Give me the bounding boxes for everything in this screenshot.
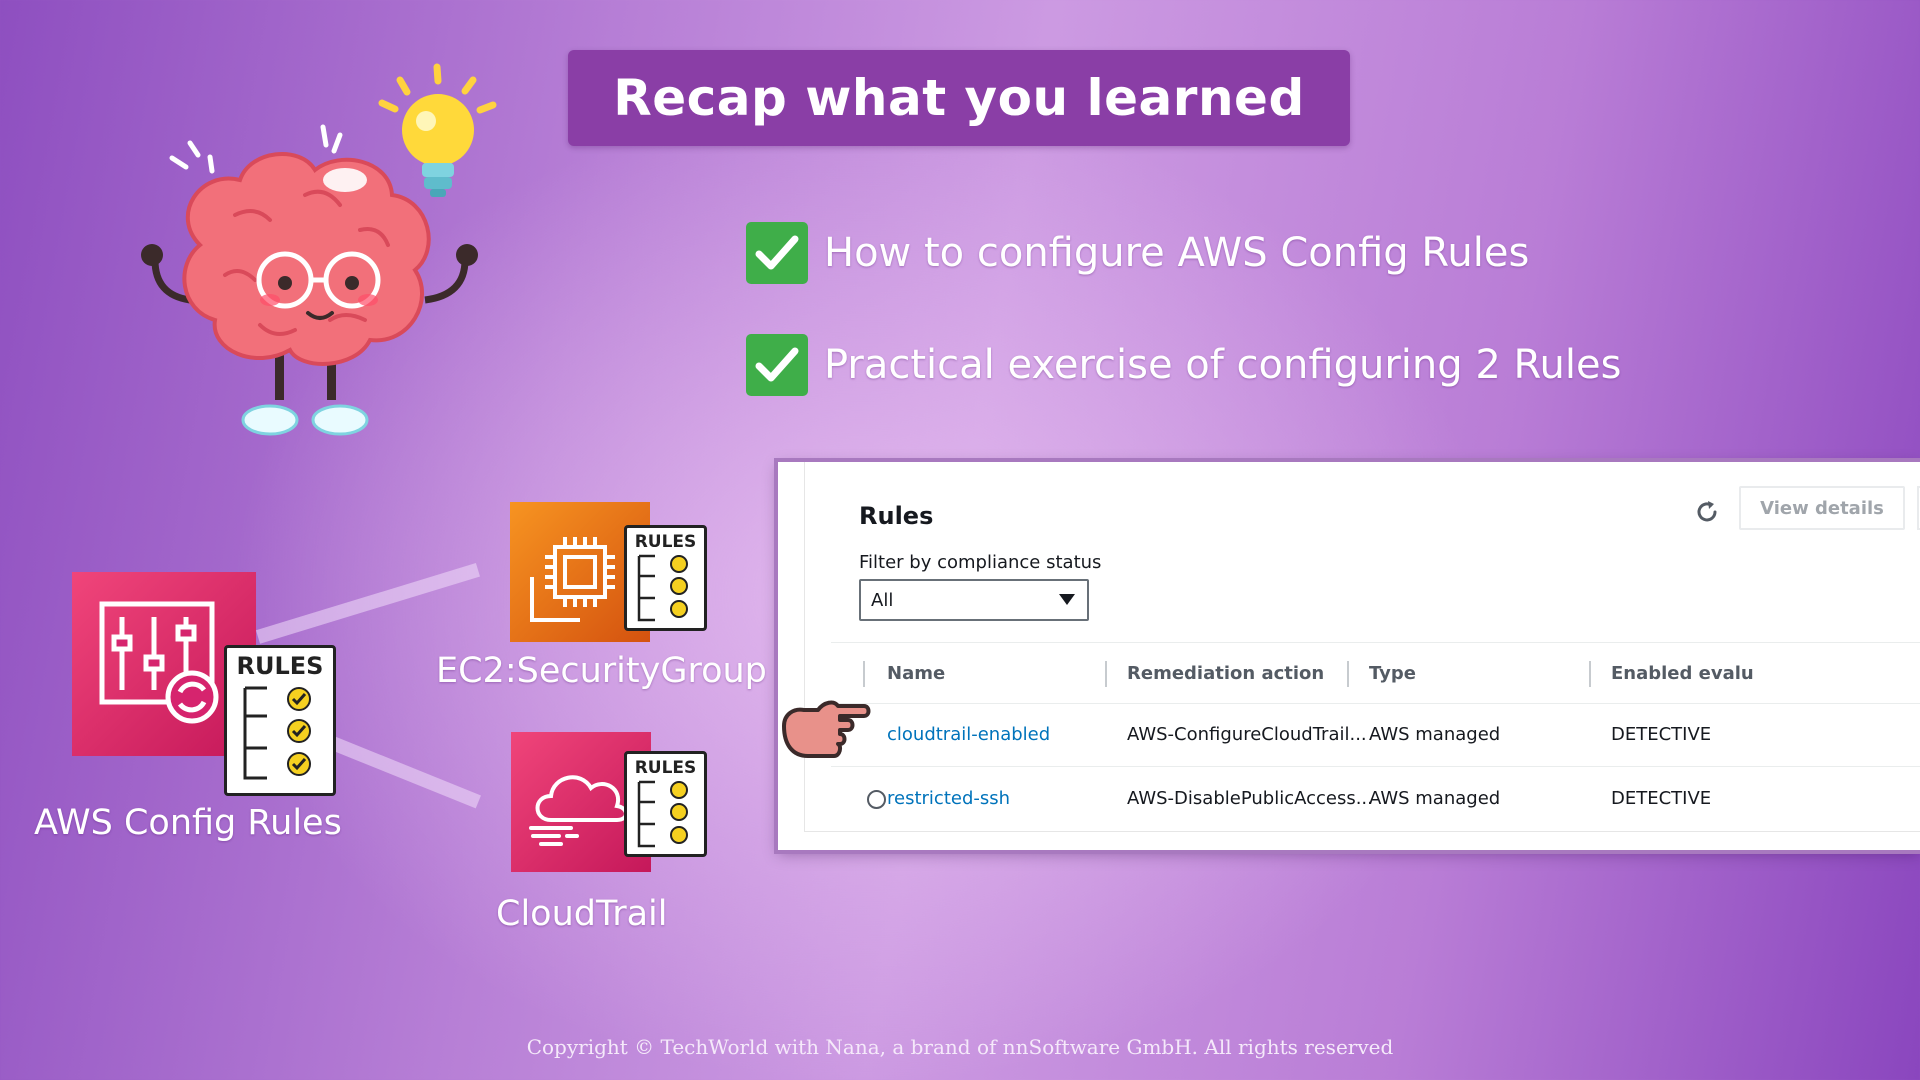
cloudtrail-caption: CloudTrail	[496, 894, 668, 934]
rule-name-link[interactable]: cloudtrail-enabled	[887, 702, 1050, 766]
table-row[interactable]: cloudtrail-enabled AWS-ConfigureCloudTra…	[831, 702, 1920, 767]
table-header: Name Remediation action Type Enabled eva…	[831, 642, 1920, 704]
refresh-button[interactable]	[1687, 492, 1727, 532]
filter-label: Filter by compliance status	[859, 552, 1102, 573]
rules-doc-label: RULES	[634, 532, 697, 552]
column-divider[interactable]	[1347, 661, 1349, 687]
rules-panel: Rules View details Filter by compliance …	[778, 462, 1920, 850]
row-select-radio[interactable]	[867, 790, 886, 809]
rules-document-icon: RULES	[624, 525, 707, 631]
rules-document-icon: RULES	[624, 751, 707, 857]
checklist-text: Practical exercise of configuring 2 Rule…	[824, 342, 1622, 388]
column-divider[interactable]	[1589, 661, 1591, 687]
checklist-item: How to configure AWS Config Rules	[746, 222, 1529, 284]
rules-panel-content: Rules View details Filter by compliance …	[804, 462, 1920, 832]
lightbulb-icon	[402, 94, 474, 197]
panel-title: Rules	[859, 502, 934, 530]
brain-mascot-icon	[141, 63, 497, 436]
remediation-cell: AWS-DisablePublicAccess...	[1127, 787, 1373, 809]
checklist-item: Practical exercise of configuring 2 Rule…	[746, 334, 1621, 396]
checkmark-icon	[746, 222, 808, 284]
checklist-text: How to configure AWS Config Rules	[824, 230, 1530, 276]
rules-doc-label: RULES	[236, 652, 324, 680]
column-header-type[interactable]: Type	[1369, 643, 1416, 703]
compliance-filter-select[interactable]: All	[859, 579, 1089, 621]
column-divider[interactable]	[1105, 661, 1107, 687]
view-details-button[interactable]: View details	[1739, 486, 1905, 530]
column-header-evaluation[interactable]: Enabled evalu	[1611, 643, 1754, 703]
evaluation-cell: DETECTIVE	[1611, 723, 1712, 745]
caret-down-icon	[1059, 594, 1075, 605]
title-banner: Recap what you learned	[568, 50, 1350, 146]
pointing-hand-icon	[782, 700, 871, 758]
ec2-securitygroup-caption: EC2:SecurityGroup	[436, 651, 767, 691]
copyright-text: Copyright © TechWorld with Nana, a brand…	[526, 1035, 1394, 1059]
column-header-remediation[interactable]: Remediation action	[1127, 643, 1324, 703]
connector-line	[255, 563, 480, 644]
rules-doc-label: RULES	[634, 758, 697, 778]
column-header-name[interactable]: Name	[887, 643, 945, 703]
refresh-icon	[1697, 501, 1717, 522]
rules-document-icon: RULES	[224, 645, 336, 796]
checkmark-icon	[746, 334, 808, 396]
filter-value: All	[871, 589, 894, 611]
config-rules-caption: AWS Config Rules	[34, 803, 342, 843]
column-divider	[863, 661, 865, 687]
type-cell: AWS managed	[1369, 787, 1501, 809]
rule-name-link[interactable]: restricted-ssh	[887, 766, 1010, 830]
page-title: Recap what you learned	[613, 69, 1305, 127]
table-row[interactable]: restricted-ssh AWS-DisablePublicAccess..…	[831, 766, 1920, 830]
remediation-cell: AWS-ConfigureCloudTrail...	[1127, 723, 1367, 745]
connector-line	[327, 735, 481, 809]
type-cell: AWS managed	[1369, 723, 1501, 745]
evaluation-cell: DETECTIVE	[1611, 787, 1712, 809]
